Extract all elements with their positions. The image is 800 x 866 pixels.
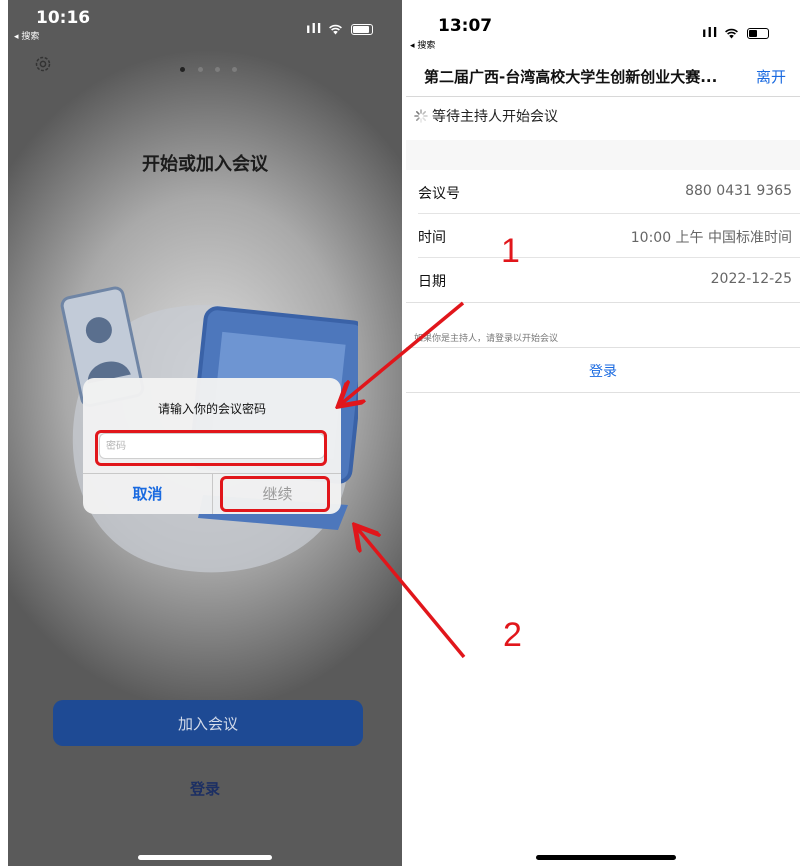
left-phone-screen: 10:16 ◂ 搜索 ıll 开始或加入会议 请输入你的会议密码 取消 继续 加… bbox=[8, 0, 402, 866]
waiting-text: 等待主持人开始会议 bbox=[432, 109, 558, 125]
right-phone-screen: 13:07 ◂ 搜索 ıll 第二届广西-台湾高校大学生创新创业大赛... 离开… bbox=[406, 0, 800, 866]
dialog-title: 请输入你的会议密码 bbox=[157, 402, 266, 416]
host-hint: 如果你是主持人，请登录以开始会议 bbox=[414, 334, 559, 344]
login-button[interactable]: 登录 bbox=[406, 361, 800, 381]
divider bbox=[406, 347, 800, 348]
page-dot bbox=[198, 67, 203, 72]
wifi-icon bbox=[328, 22, 349, 37]
status-icons: ıll bbox=[306, 22, 374, 37]
highlight-continue-button bbox=[220, 476, 330, 512]
status-time: 13:07 bbox=[438, 16, 493, 36]
divider bbox=[406, 302, 800, 303]
back-to-search-link[interactable]: ◂ 搜索 bbox=[410, 38, 435, 51]
section-gap bbox=[406, 140, 800, 170]
signal-icon: ıll bbox=[306, 22, 323, 37]
battery-icon bbox=[351, 24, 374, 35]
row-label: 会议号 bbox=[418, 186, 460, 202]
row-label: 时间 bbox=[418, 230, 446, 246]
row-value: 880 0431 9365 bbox=[685, 183, 792, 199]
leave-button[interactable]: 离开 bbox=[756, 66, 786, 87]
login-link[interactable]: 登录 bbox=[8, 778, 402, 799]
divider bbox=[406, 96, 800, 97]
settings-gear-icon[interactable] bbox=[33, 54, 53, 74]
annotation-label-2: 2 bbox=[503, 616, 522, 654]
highlight-password-input bbox=[95, 430, 327, 466]
divider bbox=[406, 392, 800, 393]
row-value: 2022-12-25 bbox=[710, 271, 792, 287]
page-indicator bbox=[180, 67, 240, 73]
status-time: 10:16 bbox=[36, 8, 91, 28]
back-to-search-link[interactable]: ◂ 搜索 bbox=[14, 29, 39, 42]
status-icons: ıll bbox=[702, 26, 770, 41]
meeting-title: 第二届广西-台湾高校大学生创新创业大赛... bbox=[424, 68, 718, 86]
cancel-button[interactable]: 取消 bbox=[83, 474, 212, 514]
meeting-id-row: 会议号 880 0431 9365 bbox=[418, 170, 800, 214]
annotation-label-1: 1 bbox=[501, 232, 520, 270]
battery-icon bbox=[747, 28, 770, 39]
home-indicator bbox=[138, 855, 272, 860]
home-indicator bbox=[536, 855, 676, 860]
page-title: 开始或加入会议 bbox=[142, 154, 268, 175]
signal-icon: ıll bbox=[702, 26, 719, 41]
date-row: 日期 2022-12-25 bbox=[418, 258, 800, 302]
time-row: 时间 10:00 上午 中国标准时间 bbox=[418, 214, 800, 258]
row-label: 日期 bbox=[418, 274, 446, 290]
waiting-status: 等待主持人开始会议 bbox=[414, 106, 558, 126]
page-dot bbox=[232, 67, 237, 72]
loading-spinner-icon bbox=[414, 109, 428, 123]
join-meeting-button[interactable]: 加入会议 bbox=[53, 700, 363, 746]
row-value: 10:00 上午 中国标准时间 bbox=[630, 230, 792, 246]
wifi-icon bbox=[724, 26, 745, 41]
page-dot bbox=[180, 67, 185, 72]
page-dot bbox=[215, 67, 220, 72]
